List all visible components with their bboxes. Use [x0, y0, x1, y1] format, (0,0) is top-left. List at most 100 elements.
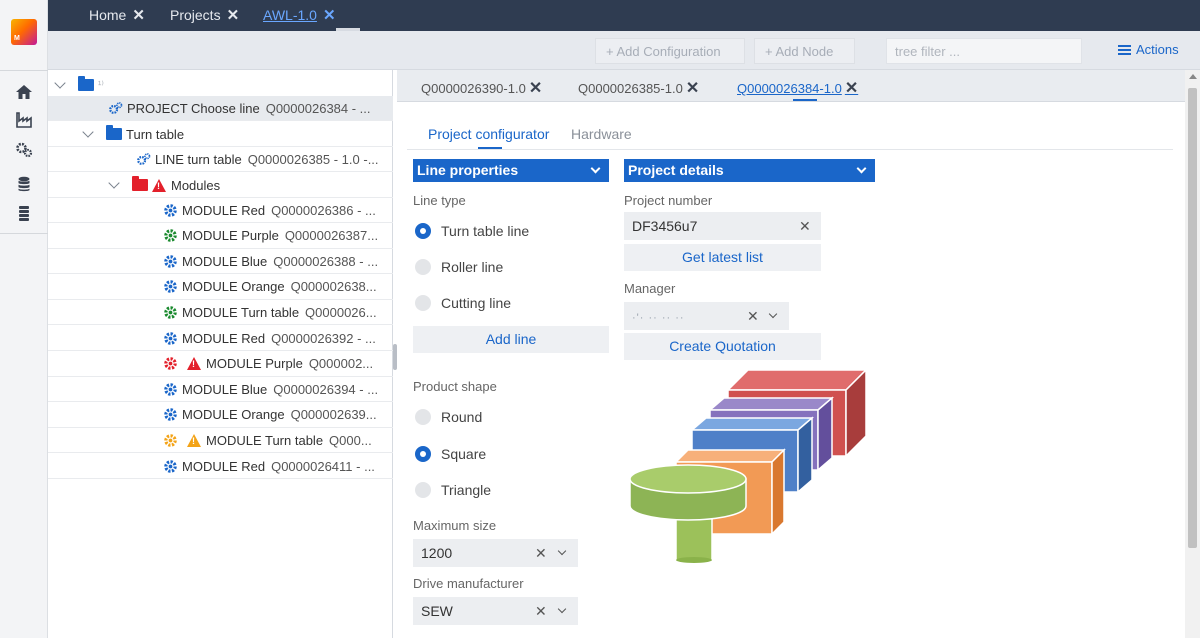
line-properties-header[interactable]: Line properties: [413, 159, 609, 182]
settings-gear-icon: [163, 407, 178, 422]
radio-label: Cutting line: [441, 295, 512, 311]
radio-dot: [415, 223, 431, 239]
tree-item-module[interactable]: MODULE Blue Q0000026388 - ...: [48, 249, 393, 275]
menu-icon: [1118, 45, 1131, 55]
radio-round[interactable]: Round: [415, 409, 482, 425]
radio-cutting-line[interactable]: Cutting line: [415, 295, 511, 311]
tab-projects[interactable]: Projects ✕: [170, 0, 239, 31]
tree-item-module[interactable]: MODULE Turn table Q000...: [48, 428, 393, 454]
tab-project-configurator[interactable]: Project configurator: [428, 126, 549, 142]
tree-item-code: Q0000026394 - ...: [273, 381, 379, 397]
project-tree: ¹⁾ PROJECT Choose line Q0000026384 - ... …: [48, 70, 393, 638]
close-icon[interactable]: ✕: [845, 80, 858, 97]
home-icon[interactable]: [12, 80, 36, 104]
tree-filter-input[interactable]: [886, 38, 1082, 64]
gears-icon[interactable]: [12, 137, 36, 161]
close-icon[interactable]: ✕: [323, 0, 336, 31]
tree-item-turn-table[interactable]: Turn table: [48, 122, 393, 147]
maximum-size-label: Maximum size: [413, 518, 497, 533]
clear-icon[interactable]: ✕: [535, 597, 547, 625]
tree-item-project[interactable]: PROJECT Choose line Q0000026384 - ...: [48, 96, 393, 121]
select-value: ·'· ·· ·· ··: [632, 312, 685, 324]
manager-select[interactable]: ·'· ·· ·· ·· ✕: [624, 302, 789, 330]
factory-icon[interactable]: [12, 108, 36, 132]
tree-item-module[interactable]: MODULE Red Q0000026386 - ...: [48, 198, 393, 223]
data-stack-icon[interactable]: [12, 201, 36, 225]
vertical-scrollbar[interactable]: [1185, 70, 1200, 638]
tree-item-code: Q0000026392 - ...: [271, 330, 376, 346]
radio-roller-line[interactable]: Roller line: [415, 259, 503, 275]
toolbar: + Add Configuration + Add Node Actions: [48, 31, 1200, 70]
tree-item-module[interactable]: MODULE Orange Q000002638...: [48, 275, 393, 300]
app-logo[interactable]: M: [11, 19, 37, 45]
chevron-down-icon[interactable]: [54, 77, 66, 89]
tree-item-code: Q000002639...: [290, 407, 377, 423]
radio-label: Round: [441, 409, 483, 425]
get-latest-list-button[interactable]: Get latest list: [624, 244, 821, 271]
tree-item-module[interactable]: MODULE Orange Q000002639...: [48, 403, 393, 428]
database-icon[interactable]: [12, 172, 36, 196]
doc-tab[interactable]: Q0000026385-1.0 ✕: [578, 78, 699, 98]
radio-triangle[interactable]: Triangle: [415, 482, 491, 498]
tree-item-module[interactable]: MODULE Blue Q0000026394 - ...: [48, 377, 393, 403]
clear-icon[interactable]: ✕: [535, 539, 547, 567]
tree-item-modules[interactable]: Modules: [48, 173, 393, 198]
radio-label: Triangle: [441, 482, 492, 498]
tree-item-module[interactable]: MODULE Turn table Q0000026...: [48, 300, 393, 326]
radio-dot: [415, 295, 431, 311]
radio-square[interactable]: Square: [415, 446, 486, 462]
project-number-field[interactable]: DF3456u7 ✕: [624, 212, 821, 240]
doc-tab[interactable]: Q0000026390-1.0 ✕: [421, 78, 542, 98]
warning-icon: [187, 433, 201, 447]
configurator-content: Project configurator Hardware Line prope…: [397, 102, 1185, 638]
chevron-down-icon[interactable]: [82, 126, 94, 138]
warning-icon: [152, 178, 166, 192]
tree-item-module[interactable]: MODULE Purple Q0000026387...: [48, 224, 393, 249]
maximum-size-select[interactable]: 1200 ✕: [413, 539, 578, 567]
rail-divider: [0, 70, 48, 71]
warning-icon: [187, 357, 201, 371]
actions-button[interactable]: Actions: [1118, 42, 1179, 57]
tab-home[interactable]: Home ✕: [89, 0, 145, 31]
clear-icon[interactable]: ✕: [747, 302, 759, 330]
radio-turn-table-line[interactable]: Turn table line: [415, 223, 529, 239]
settings-gear-icon: [163, 459, 178, 474]
add-line-button[interactable]: Add line: [413, 326, 609, 353]
chevron-down-icon[interactable]: [557, 546, 567, 556]
line-illustration: [629, 368, 868, 563]
close-icon[interactable]: ✕: [132, 7, 145, 24]
settings-gear-icon: [163, 305, 178, 320]
close-icon[interactable]: ✕: [227, 7, 240, 24]
scroll-up-icon[interactable]: [1189, 74, 1197, 79]
chevron-down-icon[interactable]: [768, 309, 778, 319]
tab-projects-label: Projects: [170, 7, 221, 23]
tab-hardware[interactable]: Hardware: [571, 126, 632, 142]
add-configuration-button[interactable]: + Add Configuration: [595, 38, 745, 64]
tree-item-line[interactable]: LINE turn table Q0000026385 - 1.0 -...: [48, 147, 393, 172]
drive-manufacturer-select[interactable]: SEW ✕: [413, 597, 578, 625]
close-icon[interactable]: ✕: [686, 80, 699, 97]
close-icon[interactable]: ✕: [529, 80, 542, 97]
tree-item-module[interactable]: MODULE Red Q0000026392 - ...: [48, 326, 393, 351]
doc-tab-active[interactable]: Q0000026384-1.0 ✕: [737, 78, 858, 98]
add-node-button[interactable]: + Add Node: [754, 38, 855, 64]
tree-item-code: Q000...: [329, 432, 372, 448]
product-shape-label: Product shape: [413, 379, 497, 394]
tree-item-label: MODULE Blue: [182, 253, 268, 269]
radio-dot: [415, 482, 431, 498]
tree-item-module[interactable]: MODULE Purple Q000002...: [48, 352, 393, 377]
line-type-label: Line type: [413, 193, 466, 208]
tree-item-module[interactable]: MODULE Red Q0000026411 - ...: [48, 454, 393, 479]
clear-icon[interactable]: ✕: [799, 212, 811, 240]
tab-awl[interactable]: AWL-1.0 ✕: [263, 0, 336, 31]
chevron-down-icon[interactable]: [557, 604, 567, 614]
create-quotation-button[interactable]: Create Quotation: [624, 333, 821, 360]
scrollbar-thumb[interactable]: [1188, 88, 1197, 548]
section-title: Line properties: [417, 162, 519, 178]
chevron-down-icon[interactable]: [108, 177, 120, 189]
tree-item-code: Q0000026...: [305, 304, 377, 320]
settings-gears-icon: [136, 152, 151, 167]
tree-root[interactable]: ¹⁾: [48, 73, 393, 98]
project-details-header[interactable]: Project details: [624, 159, 875, 182]
tree-item-label: MODULE Red: [182, 202, 266, 218]
